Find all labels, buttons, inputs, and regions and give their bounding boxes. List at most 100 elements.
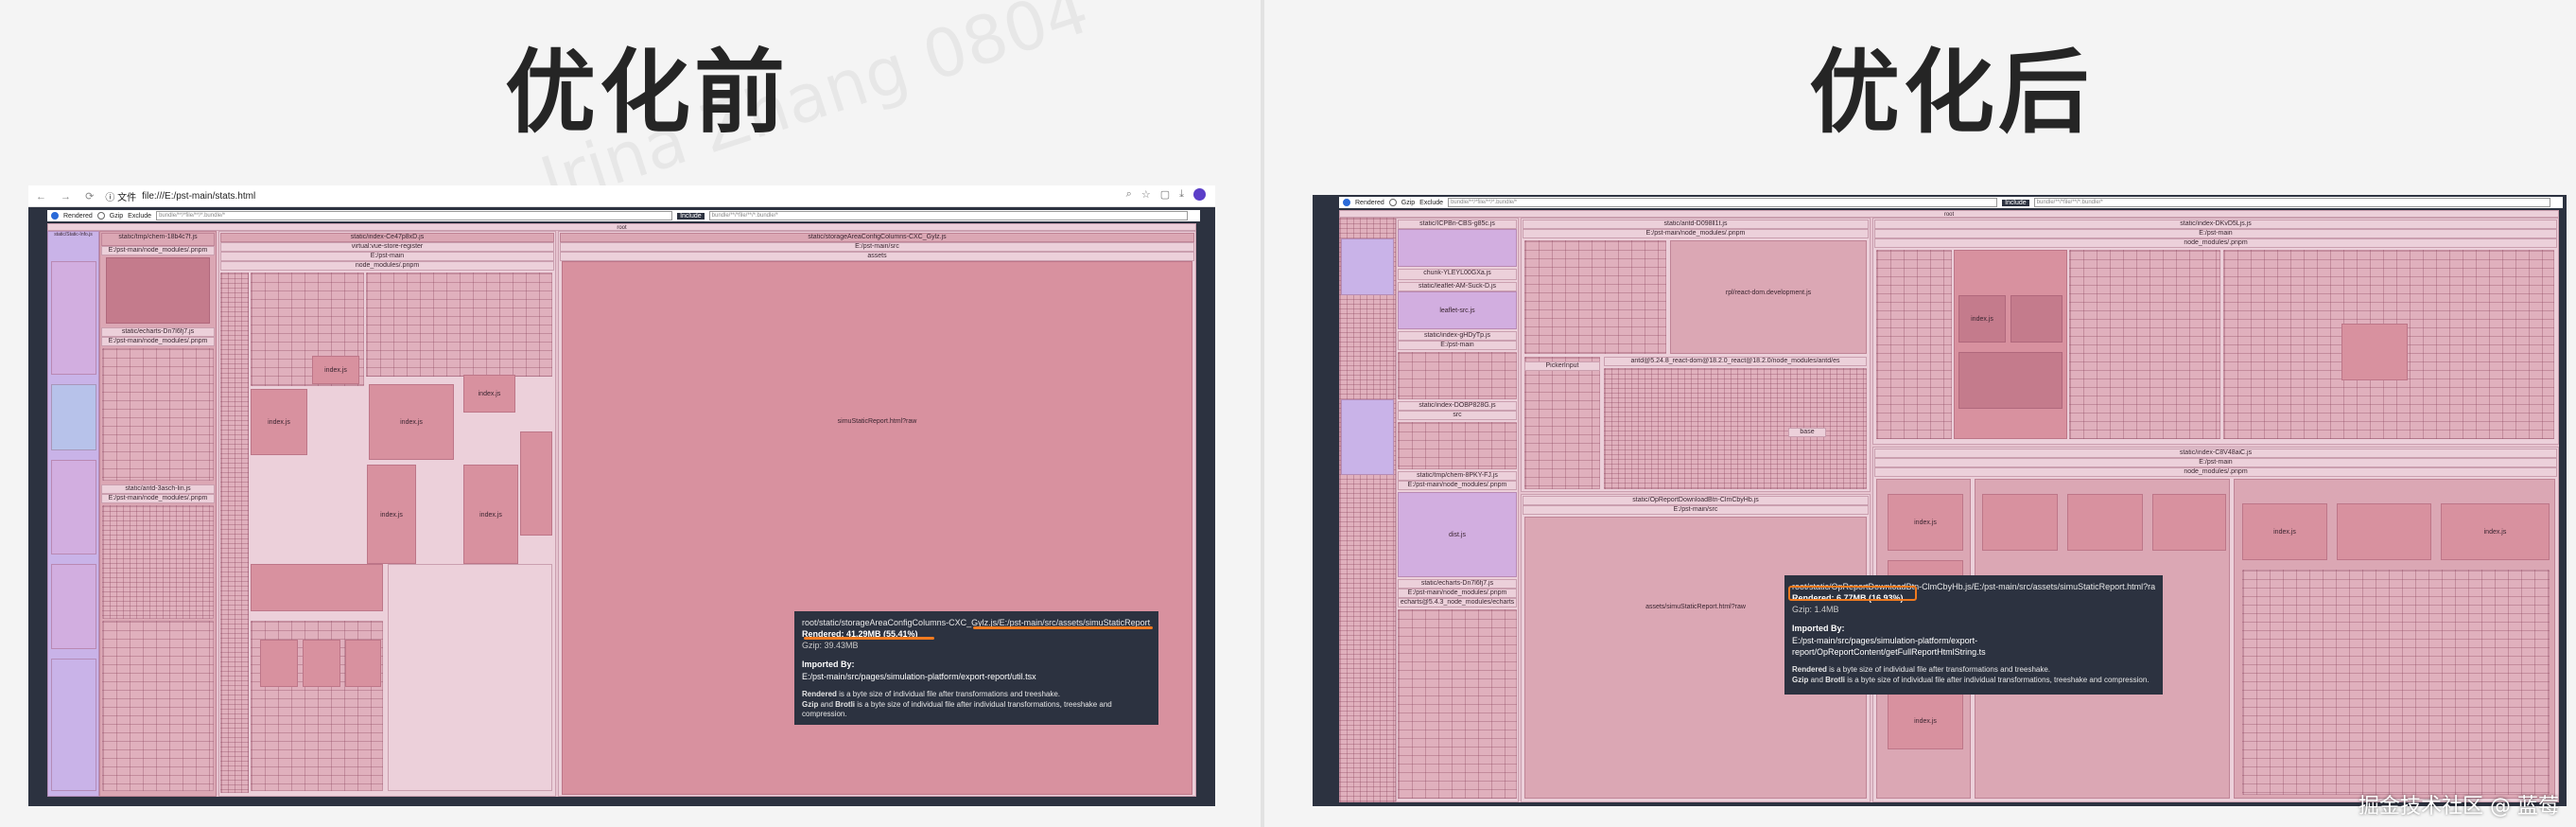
exclude-input[interactable]: bundle/**/*file/**/*.bundle/* <box>1448 198 1998 207</box>
treemap-antd-grid[interactable] <box>102 505 214 619</box>
treemap-index-d-cell[interactable]: index.js <box>1958 295 2006 343</box>
treemap-index-e-cell[interactable]: index.js <box>2441 503 2550 560</box>
treemap-echarts-label[interactable]: static/echarts-Dn7l6fj7.js <box>1398 579 1517 589</box>
treemap-antd-sub[interactable]: E:/pst-main/node_modules/.pnpm <box>101 494 215 503</box>
treemap-echarts-pkg[interactable]: echarts@5.4.3_node_modules/echarts <box>1398 598 1517 607</box>
treemap-index-e-sub[interactable]: E:/pst-main <box>1874 458 2557 467</box>
treemap-echarts-grid[interactable] <box>1398 609 1517 799</box>
treemap-leaflet-label[interactable]: static/leaflet-AM-Suck-D.js <box>1398 282 1517 291</box>
treemap-index-e-cell[interactable] <box>2337 503 2431 560</box>
treemap-col1-block[interactable] <box>51 460 96 554</box>
browser-nav-icons[interactable]: ← → ⟳ <box>36 190 99 202</box>
treemap-icpb-label[interactable]: static/ICPBn-CBS-g85c.js <box>1398 220 1517 229</box>
treemap-col1-block[interactable] <box>51 659 96 791</box>
treemap-antd-label[interactable]: static/antd-3asch-lin.js <box>101 484 215 494</box>
treemap-antd-pkg[interactable]: antd@5.24.8_react-dom@18.2.0_react@18.2.… <box>1604 357 1867 366</box>
treemap-lodash-grid[interactable] <box>102 621 214 791</box>
extensions-icon[interactable]: ▢ <box>1160 188 1170 201</box>
address-bar[interactable]: file:///E:/pst-main/stats.html <box>142 191 255 202</box>
treemap-antd-grid[interactable] <box>1524 357 1600 489</box>
treemap-index-label[interactable]: static/index-Ce47p8xD.js <box>220 233 554 242</box>
treemap-index-cell[interactable]: index.js <box>367 465 416 564</box>
treemap-chem-label[interactable]: static/tmp/chem-8PKY-FJ.js <box>1398 471 1517 481</box>
treemap-index-cell[interactable] <box>303 640 340 687</box>
treemap-index2-grid[interactable] <box>1398 422 1517 469</box>
treemap-chem-sub[interactable]: E:/pst-main/node_modules/.pnpm <box>1398 481 1517 490</box>
treemap-col1-block[interactable] <box>51 261 96 375</box>
exclude-input[interactable]: bundle/**/*file/**/*.bundle/* <box>156 211 673 220</box>
treemap-small-modules[interactable] <box>1339 218 1396 802</box>
treemap-index-e-label[interactable]: static/index-C8V48aiC.js <box>1874 449 2557 458</box>
treemap-index-label[interactable]: static/index-gHDyTp.js <box>1398 331 1517 341</box>
include-input[interactable]: bundle/**/*file/**/*.bundle/* <box>2033 198 2550 207</box>
rendered-radio[interactable] <box>51 212 59 220</box>
rendered-radio[interactable] <box>1343 199 1350 206</box>
treemap-small-block[interactable] <box>1341 238 1394 295</box>
treemap-echarts-label[interactable]: static/echarts-Dn7l6fj7.js <box>101 327 215 337</box>
gzip-radio[interactable] <box>96 212 105 220</box>
treemap-index-cell[interactable]: index.js <box>463 465 518 564</box>
treemap-opreport-label[interactable]: static/OpReportDownloadBtn-ClmCbyHb.js <box>1523 496 1869 505</box>
treemap-index-e-cell[interactable]: index.js <box>2242 503 2327 560</box>
treemap-root[interactable]: root <box>47 223 1196 231</box>
treemap-src-label[interactable]: E:/pst-main <box>1398 341 1517 350</box>
security-indicator[interactable]: ⓘ 文件 <box>105 189 136 203</box>
treemap-index-d-label[interactable]: static/index-DKvD5Ljs.js <box>1874 220 2557 229</box>
treemap-index-e-cell[interactable]: index.js <box>1888 494 1963 551</box>
treemap-index2-label[interactable]: static/index-DOBP828G.js <box>1398 401 1517 411</box>
include-input[interactable]: bundle/**/*file/**/*.bundle/* <box>708 211 1188 220</box>
treemap-col3-area[interactable] <box>388 564 552 791</box>
treemap-index-cell[interactable] <box>260 640 298 687</box>
treemap-index-cell[interactable] <box>520 431 552 536</box>
treemap-index-e-cell[interactable]: index.js <box>1888 693 1963 749</box>
treemap-index-d-sub[interactable]: E:/pst-main <box>1874 229 2557 238</box>
treemap-chem-sub[interactable]: E:/pst-main/node_modules/.pnpm <box>101 246 215 255</box>
treemap-echarts-sub[interactable]: E:/pst-main/node_modules/.pnpm <box>1398 589 1517 598</box>
treemap-pickerinput[interactable]: PickerInput <box>1524 361 1600 371</box>
treemap-storage-sub[interactable]: E:/pst-main/src <box>560 242 1194 252</box>
treemap-index-d-grid[interactable] <box>1876 250 1952 439</box>
treemap-index-e-sub2[interactable]: node_modules/.pnpm <box>1874 467 2557 477</box>
treemap-chunk-label[interactable]: chunk-YLEYL00GXa.js <box>1398 269 1517 280</box>
treemap-index-d-cell[interactable] <box>1958 352 2063 409</box>
treemap-index-cell[interactable]: index.js <box>463 375 515 413</box>
treemap-antd-label[interactable]: static/antd-D098ll1t.js <box>1523 220 1869 229</box>
treemap-leaflet-file[interactable]: leaflet-src.js <box>1398 291 1517 329</box>
avatar[interactable] <box>1193 188 1206 201</box>
treemap-storage-label[interactable]: static/storageAreaConfigColumns-CXC_Gylz… <box>560 233 1194 242</box>
gzip-radio[interactable] <box>1388 199 1397 206</box>
treemap-echarts-grid[interactable] <box>102 348 214 481</box>
treemap-echarts-sub[interactable]: E:/pst-main/node_modules/.pnpm <box>101 337 215 346</box>
treemap-index-e-cell[interactable] <box>2152 494 2226 551</box>
treemap-chem-label[interactable]: static/tmp/chem-18b4c7f.js <box>101 233 215 246</box>
treemap-col3-grid[interactable] <box>366 273 552 377</box>
treemap-col1-block[interactable] <box>51 564 96 649</box>
treemap-index-cell[interactable]: index.js <box>369 384 454 460</box>
treemap-index-cell[interactable]: index.js <box>251 389 307 455</box>
treemap-index-e-grid[interactable] <box>2242 570 2550 795</box>
treemap-index2-sub[interactable]: src <box>1398 411 1517 420</box>
treemap-index-sub3[interactable]: node_modules/.pnpm <box>220 261 554 271</box>
treemap-index-cell[interactable] <box>251 564 383 611</box>
treemap-index-d-grid[interactable] <box>2069 250 2220 439</box>
treemap-index-d-block[interactable] <box>1954 250 2067 439</box>
treemap-antd-es-grid[interactable] <box>1604 368 1867 489</box>
treemap-chem-block[interactable] <box>106 257 210 324</box>
treemap-antd-grid[interactable] <box>1524 240 1666 354</box>
treemap-index-grid[interactable] <box>1398 352 1517 399</box>
treemap-index-e-cell[interactable] <box>1982 494 2058 551</box>
search-icon[interactable]: ⌕ <box>1126 188 1132 201</box>
treemap-antd-sub[interactable]: E:/pst-main/node_modules/.pnpm <box>1523 229 1869 238</box>
download-icon[interactable]: ⤓ <box>1179 188 1184 201</box>
treemap-index-d-cell[interactable] <box>2010 295 2063 343</box>
treemap-root[interactable]: root <box>1339 210 2559 218</box>
treemap-assets-label[interactable]: assets <box>560 252 1194 261</box>
treemap-opreport-sub[interactable]: E:/pst-main/src <box>1523 505 1869 515</box>
treemap-base[interactable]: base <box>1788 428 1826 437</box>
treemap-index-d-cell[interactable] <box>2341 324 2408 380</box>
treemap-col1-block[interactable] <box>51 384 96 450</box>
treemap-index-e-cell[interactable] <box>2067 494 2143 551</box>
treemap-react-dom[interactable]: rpl/react-dom.development.js <box>1670 240 1867 354</box>
treemap-index-d-sub2[interactable]: node_modules/.pnpm <box>1874 238 2557 248</box>
treemap-dist-file[interactable]: dist.js <box>1398 492 1517 577</box>
